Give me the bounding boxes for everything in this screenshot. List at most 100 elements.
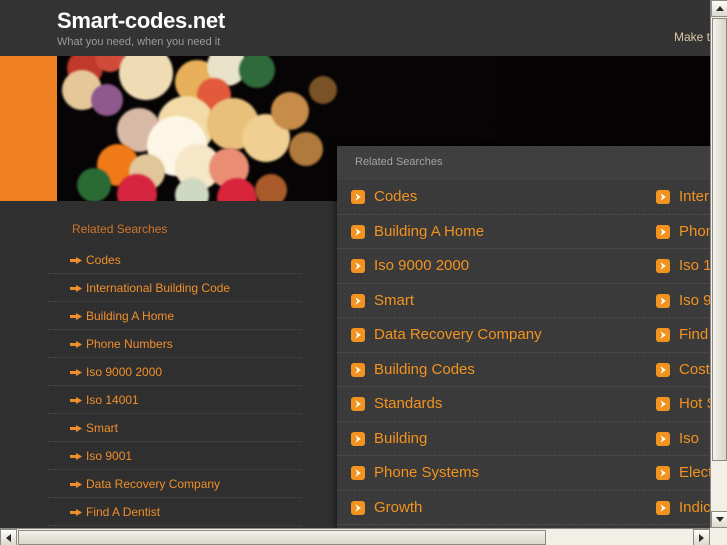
list-item[interactable]: Find A Dentist	[48, 498, 302, 526]
popup-item-label[interactable]: Hot Site	[679, 395, 710, 412]
list-item[interactable]: Internat	[642, 180, 710, 215]
list-item[interactable]: Iso	[642, 422, 710, 456]
chevron-right-square-icon	[656, 397, 670, 411]
popup-columns: Codes Building A Home Iso 9000 2000 Smart Da…	[337, 180, 710, 525]
sidebar-item-label[interactable]: International Building Code	[86, 281, 230, 295]
list-item[interactable]: Codes	[337, 180, 642, 215]
popup-item-label[interactable]: Find A	[679, 326, 710, 343]
popup-item-label[interactable]: Building	[374, 430, 427, 447]
scroll-left-button[interactable]	[0, 529, 17, 545]
sidebar-item-label[interactable]: Iso 9001	[86, 449, 132, 463]
scroll-right-button[interactable]	[693, 529, 710, 545]
list-item[interactable]: Building Codes	[337, 353, 642, 387]
scroll-up-button[interactable]	[711, 0, 727, 17]
brand[interactable]: Smart-codes.net What you need, when you …	[57, 8, 225, 49]
horizontal-scrollbar[interactable]	[0, 528, 710, 545]
brand-tagline: What you need, when you need it	[57, 36, 221, 48]
scroll-right-arrow-icon	[699, 533, 704, 542]
vertical-scrollbar-thumb[interactable]	[712, 18, 727, 461]
chevron-right-square-icon	[656, 224, 670, 239]
popup-item-label[interactable]: Data Recovery Company	[374, 326, 542, 343]
sidebar-item-label[interactable]: Iso 9000 2000	[86, 365, 162, 379]
list-item[interactable]: Cost Ac	[642, 353, 710, 387]
popup-item-label[interactable]: Internat	[679, 188, 710, 205]
popup-item-label[interactable]: Iso 140	[679, 257, 710, 274]
site-header: Smart-codes.net What you need, when you …	[0, 0, 710, 56]
popup-item-label[interactable]: Building A Home	[374, 223, 484, 240]
list-item[interactable]: Building	[337, 422, 642, 456]
popup-item-label[interactable]: Electric	[679, 464, 710, 481]
page-viewport: Smart-codes.net What you need, when you …	[0, 0, 710, 528]
chevron-right-square-icon	[351, 293, 365, 308]
popup-header: Related Searches	[337, 146, 710, 180]
chevron-right-square-icon	[351, 328, 365, 342]
browser-window: Smart-codes.net What you need, when you …	[0, 0, 727, 545]
popup-item-label[interactable]: Building Codes	[374, 361, 475, 378]
list-item[interactable]: Building A Home	[337, 215, 642, 249]
list-item[interactable]: Building A Home	[48, 302, 302, 330]
scroll-down-button[interactable]	[711, 511, 727, 528]
popup-item-label[interactable]: Standards	[374, 395, 442, 412]
chevron-right-square-icon	[351, 224, 365, 239]
list-item[interactable]: Iso 140	[642, 249, 710, 284]
related-searches-popup: Related Searches Codes Building A Home Iso…	[337, 146, 710, 528]
chevron-right-square-icon	[656, 500, 670, 515]
popup-item-label[interactable]: Iso 900	[679, 292, 710, 309]
popup-item-label[interactable]: Indicat	[679, 499, 710, 516]
scroll-up-arrow-icon	[715, 6, 724, 11]
list-item[interactable]: Data Recovery Company	[48, 470, 302, 498]
list-item[interactable]: Phone	[642, 215, 710, 249]
list-item[interactable]: Data Recovery Company	[337, 318, 642, 353]
popup-item-label[interactable]: Smart	[374, 292, 414, 309]
chevron-right-square-icon	[656, 362, 670, 377]
arrow-right-bullet-icon	[70, 453, 82, 460]
list-item[interactable]: Standards	[337, 387, 642, 422]
list-item[interactable]: Growth	[337, 491, 642, 525]
sidebar-item-label[interactable]: Iso 14001	[86, 393, 139, 407]
list-item[interactable]: Codes	[48, 246, 302, 274]
sidebar-item-label[interactable]: Find A Dentist	[86, 505, 160, 519]
list-item[interactable]: Phone Systems	[337, 456, 642, 491]
list-item[interactable]: Smart	[337, 284, 642, 318]
horizontal-scrollbar-thumb[interactable]	[18, 530, 546, 545]
list-item[interactable]: Electric	[642, 456, 710, 491]
arrow-right-bullet-icon	[70, 285, 82, 292]
popup-item-label[interactable]: Phone	[679, 223, 710, 240]
popup-item-label[interactable]: Iso	[679, 430, 699, 447]
brand-title: Smart-codes.net	[57, 8, 225, 33]
sidebar-title: Related Searches	[72, 222, 168, 236]
popup-item-label[interactable]: Cost Ac	[679, 361, 710, 378]
arrow-right-bullet-icon	[70, 369, 82, 376]
list-item[interactable]: Smart	[48, 414, 302, 442]
sidebar-item-label[interactable]: Phone Numbers	[86, 337, 173, 351]
popup-title: Related Searches	[355, 156, 443, 168]
popup-item-label[interactable]: Phone Systems	[374, 464, 479, 481]
arrow-right-bullet-icon	[70, 341, 82, 348]
sidebar-item-label[interactable]: Codes	[86, 253, 121, 267]
list-item[interactable]: Iso 9000 2000	[48, 358, 302, 386]
popup-item-label[interactable]: Codes	[374, 188, 417, 205]
scroll-left-arrow-icon	[6, 533, 11, 542]
popup-item-label[interactable]: Iso 9000 2000	[374, 257, 469, 274]
make-homepage-link[interactable]: Make t	[674, 30, 710, 44]
chevron-right-square-icon	[656, 259, 670, 273]
list-item[interactable]: International Building Code	[48, 274, 302, 302]
popup-item-label[interactable]: Growth	[374, 499, 422, 516]
sidebar-item-label[interactable]: Data Recovery Company	[86, 477, 220, 491]
list-item[interactable]: Iso 14001	[48, 386, 302, 414]
arrow-right-bullet-icon	[70, 509, 82, 516]
list-item[interactable]: Iso 9001	[48, 442, 302, 470]
list-item[interactable]: Iso 900	[642, 284, 710, 318]
list-item[interactable]: Phone Numbers	[48, 330, 302, 358]
list-item[interactable]: Find A	[642, 318, 710, 353]
list-item[interactable]: Hot Site	[642, 387, 710, 422]
scroll-down-arrow-icon	[715, 517, 724, 522]
list-item[interactable]: Iso 9000 2000	[337, 249, 642, 284]
sidebar-item-label[interactable]: Smart	[86, 421, 118, 435]
vertical-scrollbar[interactable]	[710, 0, 727, 528]
chevron-right-square-icon	[351, 431, 365, 446]
chevron-right-square-icon	[656, 466, 670, 480]
list-item[interactable]: Indicat	[642, 491, 710, 525]
arrow-right-bullet-icon	[70, 313, 82, 320]
sidebar-item-label[interactable]: Building A Home	[86, 309, 174, 323]
